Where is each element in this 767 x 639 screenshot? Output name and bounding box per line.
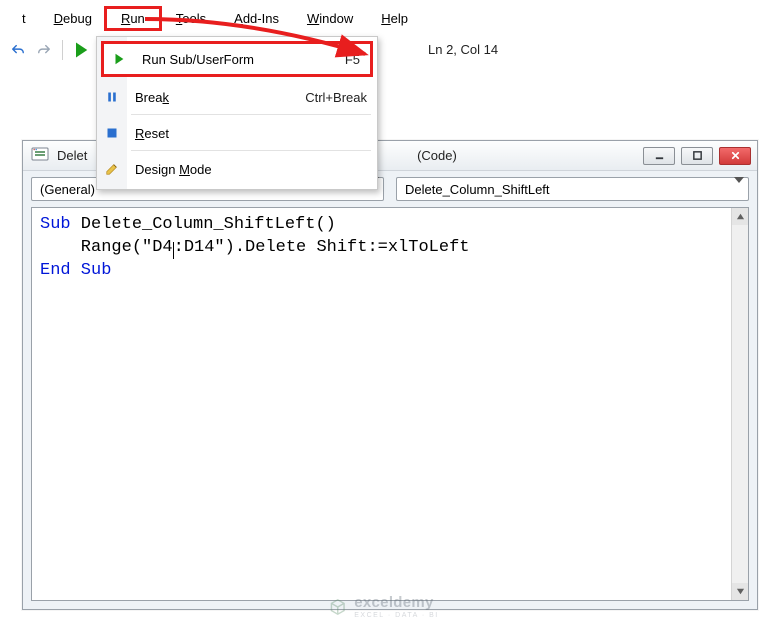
- menu-fragment[interactable]: t: [8, 9, 40, 28]
- window-controls: [643, 147, 751, 165]
- watermark: exceldemy EXCEL · DATA · BI: [328, 595, 439, 619]
- watermark-sub: EXCEL · DATA · BI: [354, 612, 439, 619]
- menu-item-label: Reset: [135, 126, 367, 141]
- scroll-up-icon[interactable]: [732, 208, 749, 225]
- watermark-name: exceldemy: [354, 595, 439, 610]
- dropdown-value: (General): [40, 182, 95, 197]
- menu-break[interactable]: Break Ctrl+Break: [97, 79, 377, 115]
- menu-item-label: Break: [135, 90, 285, 105]
- run-menu: Run Sub/UserForm F5 Break Ctrl+Break Res…: [96, 36, 378, 190]
- menu-item-label: Design Mode: [135, 162, 367, 177]
- close-button[interactable]: [719, 147, 751, 165]
- maximize-button[interactable]: [681, 147, 713, 165]
- scroll-down-icon[interactable]: [732, 583, 749, 600]
- menubar: t Debug Run Tools Add-Ins Window Help: [0, 0, 767, 35]
- menu-addins[interactable]: Add-Ins: [220, 9, 293, 28]
- menu-help[interactable]: Help: [367, 9, 422, 28]
- run-button[interactable]: [71, 40, 91, 60]
- procedure-dropdown[interactable]: Delete_Column_ShiftLeft: [396, 177, 749, 201]
- menu-window[interactable]: Window: [293, 9, 367, 28]
- undo-button[interactable]: [8, 40, 28, 60]
- cursor-position: Ln 2, Col 14: [422, 42, 504, 57]
- dropdown-value: Delete_Column_ShiftLeft: [405, 182, 550, 197]
- code-editor[interactable]: Sub Delete_Column_ShiftLeft() Range("D4:…: [31, 207, 749, 601]
- menu-run-sub[interactable]: Run Sub/UserForm F5: [101, 41, 373, 77]
- stop-icon: [103, 124, 121, 142]
- redo-button[interactable]: [34, 40, 54, 60]
- module-icon: [31, 145, 49, 166]
- menu-item-shortcut: Ctrl+Break: [285, 90, 367, 105]
- code-window: Delet hidden by menu (Code) (General) De…: [22, 140, 758, 610]
- pause-icon: [103, 88, 121, 106]
- menu-design-mode[interactable]: Design Mode: [97, 151, 377, 187]
- chevron-down-icon: [734, 183, 744, 198]
- menu-run[interactable]: Run: [104, 6, 162, 31]
- menu-tools[interactable]: Tools: [162, 9, 220, 28]
- toolbar-separator: [62, 40, 63, 60]
- menu-item-label: Run Sub/UserForm: [142, 52, 325, 67]
- logo-icon: [328, 598, 346, 616]
- design-icon: [103, 160, 121, 178]
- code-text: Sub Delete_Column_ShiftLeft() Range("D4:…: [32, 208, 748, 289]
- minimize-button[interactable]: [643, 147, 675, 165]
- menu-item-shortcut: F5: [325, 52, 360, 67]
- vertical-scrollbar[interactable]: [731, 208, 748, 600]
- menu-debug[interactable]: Debug: [40, 9, 106, 28]
- play-icon: [110, 50, 128, 68]
- menu-reset[interactable]: Reset: [97, 115, 377, 151]
